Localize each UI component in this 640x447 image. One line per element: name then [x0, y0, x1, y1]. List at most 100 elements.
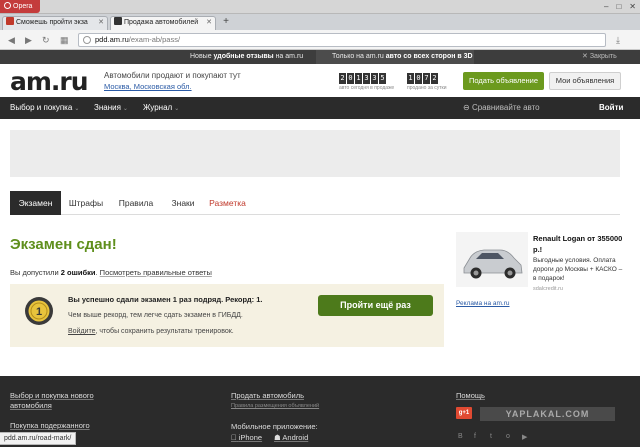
- minimize-icon[interactable]: –: [604, 1, 608, 12]
- vk-icon[interactable]: B: [458, 433, 463, 440]
- login-hint: Войдите, чтобы сохранить результаты трен…: [68, 328, 234, 335]
- footer-rules-link[interactable]: Правила размещения объявлений: [231, 403, 319, 409]
- errors-summary: Вы допустили 2 ошибки. Посмотреть правил…: [10, 268, 212, 277]
- counter-digit: 1: [407, 73, 414, 84]
- site-footer: Выбор и покупка нового автомобиля Покупк…: [0, 376, 640, 447]
- apple-icon: : [231, 433, 237, 442]
- maximize-icon[interactable]: □: [616, 1, 621, 12]
- counter-digit: 0: [415, 73, 422, 84]
- sold-day-counter: 1072: [407, 73, 438, 84]
- tab-favicon-icon: [6, 17, 14, 25]
- twitter-icon[interactable]: t: [490, 433, 492, 440]
- region-selector-link[interactable]: Москва, Московская обл.: [104, 82, 192, 91]
- post-ad-button[interactable]: Подать объявление: [463, 72, 544, 90]
- record-subtitle: Чем выше рекорд, тем легче сдать экзамен…: [68, 312, 243, 319]
- tab-fines[interactable]: Штрафы: [61, 191, 111, 215]
- footer-iphone-link[interactable]:  iPhone: [231, 433, 262, 443]
- footer-used-car-link[interactable]: Покупка подержанного: [10, 421, 90, 431]
- medal-number: 1: [36, 306, 42, 318]
- my-ads-button[interactable]: Мои объявления: [549, 72, 621, 90]
- footer-new-car-link[interactable]: Выбор и покупка нового автомобиля: [10, 391, 110, 411]
- browser-tab-1[interactable]: Сможешь пройти экза ✕: [2, 16, 108, 30]
- menu-item-journal[interactable]: Журнал ⌄: [143, 97, 179, 119]
- result-title: Экзамен сдан!: [10, 236, 117, 253]
- reload-icon[interactable]: ↻: [42, 34, 50, 46]
- speed-dial-icon[interactable]: ▦: [60, 34, 69, 46]
- login-hint-link[interactable]: Войдите: [68, 328, 96, 335]
- window-controls: – □ ✕: [604, 1, 636, 12]
- counter-digit: 2: [431, 73, 438, 84]
- tab-signs[interactable]: Знаки: [161, 191, 205, 215]
- android-icon: ☗: [274, 433, 281, 442]
- counter-digit: 7: [423, 73, 430, 84]
- site-info-icon[interactable]: [83, 36, 91, 44]
- odnoklassniki-icon[interactable]: o: [506, 433, 510, 440]
- close-window-icon[interactable]: ✕: [629, 1, 636, 12]
- promo-3d-link[interactable]: Только на am.ru авто со всех сторон в 3D: [316, 50, 474, 64]
- counter-digit: 3: [371, 73, 378, 84]
- url-host: pdd.am.ru: [95, 35, 129, 44]
- ad-source: sdalcredit.ru: [533, 286, 563, 292]
- counter-digit: 2: [339, 73, 346, 84]
- browser-titlebar: Opera – □ ✕: [0, 0, 640, 14]
- tab-close-icon[interactable]: ✕: [98, 17, 104, 29]
- forward-icon[interactable]: ▶: [25, 34, 32, 46]
- sold-day-label: продано за сутки: [407, 85, 447, 91]
- tab-exam[interactable]: Экзамен: [10, 191, 61, 215]
- new-tab-icon[interactable]: +: [220, 16, 232, 28]
- footer-help-link[interactable]: Помощь: [456, 391, 485, 401]
- tab-marking[interactable]: Разметка: [205, 191, 250, 215]
- login-link[interactable]: Войти: [599, 97, 623, 119]
- opera-logo-icon: [4, 2, 11, 9]
- retry-exam-button[interactable]: Пройти ещё раз: [318, 295, 433, 316]
- record-title: Вы успешно сдали экзамен 1 раз подряд. Р…: [68, 295, 263, 304]
- browser-navbar: ◀ ▶ ↻ ▦ pdd.am.ru/exam-ab/pass/ ⤓: [0, 30, 640, 50]
- opera-menu-button[interactable]: Opera: [0, 0, 40, 13]
- advertising-link[interactable]: Реклама на am.ru: [456, 300, 510, 307]
- youtube-icon[interactable]: ▶: [522, 433, 527, 441]
- close-icon: ✕: [582, 53, 588, 60]
- ad-title[interactable]: Renault Logan от 355000 р.!: [533, 233, 623, 255]
- tab-rules[interactable]: Правила: [111, 191, 161, 215]
- counter-digit: 5: [379, 73, 386, 84]
- counter-digit: 3: [363, 73, 370, 84]
- back-icon[interactable]: ◀: [8, 34, 15, 46]
- counter-digit: 1: [355, 73, 362, 84]
- facebook-icon[interactable]: f: [474, 433, 476, 440]
- ad-car-image[interactable]: [456, 232, 528, 287]
- google-plus-button[interactable]: g+1: [456, 407, 472, 419]
- show-answers-link[interactable]: Посмотреть правильные ответы: [100, 268, 212, 277]
- promo-reviews-link[interactable]: Новые удобные отзывы на am.ru: [190, 50, 303, 64]
- footer-sell-car-link[interactable]: Продать автомобиль: [231, 391, 304, 401]
- compare-icon: ⊖: [463, 103, 470, 112]
- ads-total-label: авто сегодня в продаже: [339, 85, 395, 91]
- menu-item-knowledge[interactable]: Знания ⌄: [94, 97, 128, 119]
- counter-digit: 0: [347, 73, 354, 84]
- chevron-down-icon: ⌄: [74, 106, 80, 112]
- chevron-down-icon: ⌄: [122, 106, 128, 112]
- site-tagline: Автомобили продают и покупают тут: [104, 71, 241, 80]
- browser-status-url: pdd.am.ru/road-mark/: [0, 432, 77, 445]
- tab-favicon-icon: [114, 17, 122, 25]
- ad-text: Выгодные условия. Оплата дороги до Москв…: [533, 257, 623, 282]
- site-logo[interactable]: am.ru: [10, 68, 89, 96]
- url-path: /exam-ab/pass/: [128, 35, 181, 44]
- compare-cars-link[interactable]: ⊖ Сравнивайте авто: [463, 97, 540, 119]
- ad-banner-placeholder: [10, 130, 620, 177]
- tab-close-icon[interactable]: ✕: [206, 17, 212, 29]
- medal-icon: 1: [25, 297, 53, 325]
- browser-tabbar: Сможешь пройти экза ✕ Продажа автомобиле…: [0, 14, 640, 30]
- promo-close-button[interactable]: ✕ Закрыть: [582, 50, 617, 64]
- download-icon[interactable]: ⤓: [616, 34, 620, 46]
- address-bar[interactable]: pdd.am.ru/exam-ab/pass/: [78, 33, 606, 47]
- footer-android-link[interactable]: ☗ Android: [274, 433, 308, 443]
- menu-item-buying[interactable]: Выбор и покупка ⌄: [10, 97, 79, 119]
- section-tabs: Экзамен Штрафы Правила Знаки Разметка: [10, 191, 620, 215]
- chevron-down-icon: ⌄: [174, 106, 180, 112]
- watermark: YAPLAKAL.COM: [480, 407, 615, 421]
- promo-strip: Новые удобные отзывы на am.ru Только на …: [0, 50, 640, 64]
- browser-tab-2[interactable]: Продажа автомобилей ✕: [110, 16, 216, 30]
- errors-count: 2 ошибки: [60, 268, 96, 277]
- tab-title: Продажа автомобилей: [124, 19, 199, 26]
- opera-menu-label: Opera: [13, 3, 33, 10]
